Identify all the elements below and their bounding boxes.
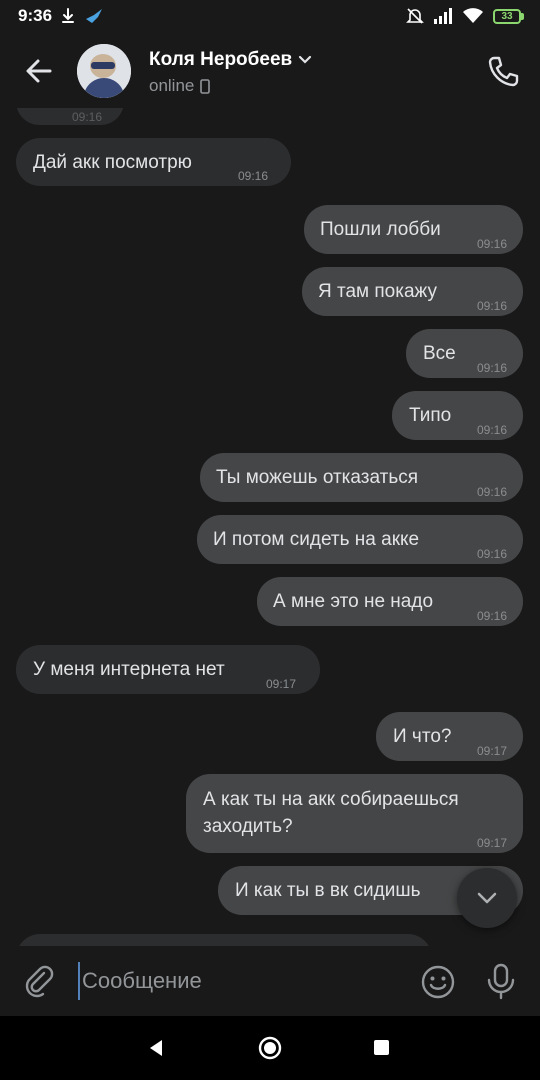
call-icon[interactable] — [486, 54, 520, 88]
message-bubble[interactable]: И что? 09:17 — [376, 712, 523, 761]
signal-icon — [434, 8, 452, 24]
message-text: Типо — [409, 405, 452, 426]
contact-status: online — [149, 76, 195, 95]
message-time: 09:16 — [476, 485, 507, 499]
message-text: Ты можешь отказаться — [216, 467, 419, 488]
contact-name-row[interactable]: Коля Неробеев — [149, 49, 312, 71]
microphone-icon[interactable] — [484, 962, 518, 1000]
message-time: 09:16 — [476, 609, 507, 623]
message-text: Дай акк посмотрю — [33, 152, 192, 173]
battery-level: 33 — [501, 10, 513, 22]
battery-icon: 33 — [493, 8, 524, 24]
paperclip-icon[interactable] — [22, 964, 56, 998]
message-time: 09:16 — [476, 361, 507, 375]
message-time: 09:16 — [476, 423, 507, 437]
message-bubble[interactable]: Дай акк посмотрю 09:16 — [16, 138, 291, 186]
chevron-down-icon — [299, 55, 312, 64]
message-text: И как ты в вк сидишь — [235, 880, 421, 901]
chat-header: Коля Неробеев online — [0, 34, 540, 108]
message-text: А как ты на акк собираешься заходить? — [203, 789, 459, 837]
nav-home-icon[interactable] — [258, 1036, 282, 1060]
chevron-down-icon — [477, 892, 497, 904]
message-bubble[interactable]: А мне это не надо 09:16 — [257, 577, 523, 626]
avatar[interactable] — [77, 44, 131, 98]
scroll-down-button[interactable] — [457, 868, 517, 928]
message-bubble[interactable]: И потом сидеть на акке 09:16 — [197, 515, 523, 564]
message-time: 09:16 — [476, 299, 507, 313]
message-time: 09:16 — [238, 169, 269, 183]
message-text: Пошли лобби — [320, 219, 441, 240]
message-time: 09:17 — [476, 744, 507, 758]
mute-icon — [406, 8, 424, 24]
message-bubble[interactable]: Пошли лобби 09:16 — [304, 205, 523, 254]
back-arrow-icon[interactable] — [22, 54, 56, 88]
wifi-icon — [463, 8, 483, 23]
message-list[interactable]: 09:16 Дай акк посмотрю 09:16 Пошли лобби… — [0, 108, 540, 946]
message-text: И что? — [393, 726, 452, 747]
message-text: Я там покажу — [318, 281, 437, 302]
message-bubble[interactable]: Я там покажу 09:16 — [302, 267, 523, 316]
emoji-icon[interactable] — [420, 964, 456, 1000]
contact-status-row: online — [149, 76, 211, 96]
message-composer — [0, 946, 540, 1016]
message-time: 09:17 — [476, 836, 507, 850]
message-bubble[interactable]: Типо 09:16 — [392, 391, 523, 440]
phone-device-icon — [200, 78, 211, 94]
message-time: 09:16 — [72, 110, 103, 124]
message-bubble[interactable]: А как ты на акк собираешься заходить? 09… — [186, 774, 523, 853]
message-text: А мне это не надо — [273, 591, 434, 612]
message-time: 09:17 — [266, 677, 297, 691]
message-bubble[interactable]: Ты можешь отказаться 09:16 — [200, 453, 523, 502]
message-text: И потом сидеть на акке — [213, 529, 420, 550]
nav-back-icon[interactable] — [146, 1038, 166, 1058]
message-text: У меня интернета нет — [33, 659, 225, 680]
download-icon — [62, 8, 74, 23]
message-bubble[interactable]: Все 09:16 — [406, 329, 523, 378]
message-bubble-partial[interactable]: 09:16 — [16, 108, 124, 125]
message-text: Все — [423, 343, 456, 364]
message-time: 09:16 — [476, 547, 507, 561]
message-input[interactable] — [78, 962, 404, 1000]
message-bubble-partial[interactable] — [16, 934, 432, 946]
system-nav-bar — [0, 1016, 540, 1080]
nav-recents-icon[interactable] — [374, 1040, 389, 1055]
status-time: 9:36 — [18, 6, 53, 25]
message-time: 09:16 — [476, 237, 507, 251]
contact-name: Коля Неробеев — [149, 49, 293, 70]
message-bubble[interactable]: У меня интернета нет 09:17 — [16, 645, 320, 694]
status-bar: 9:36 33 — [0, 0, 540, 34]
bird-notification-icon — [86, 9, 102, 23]
